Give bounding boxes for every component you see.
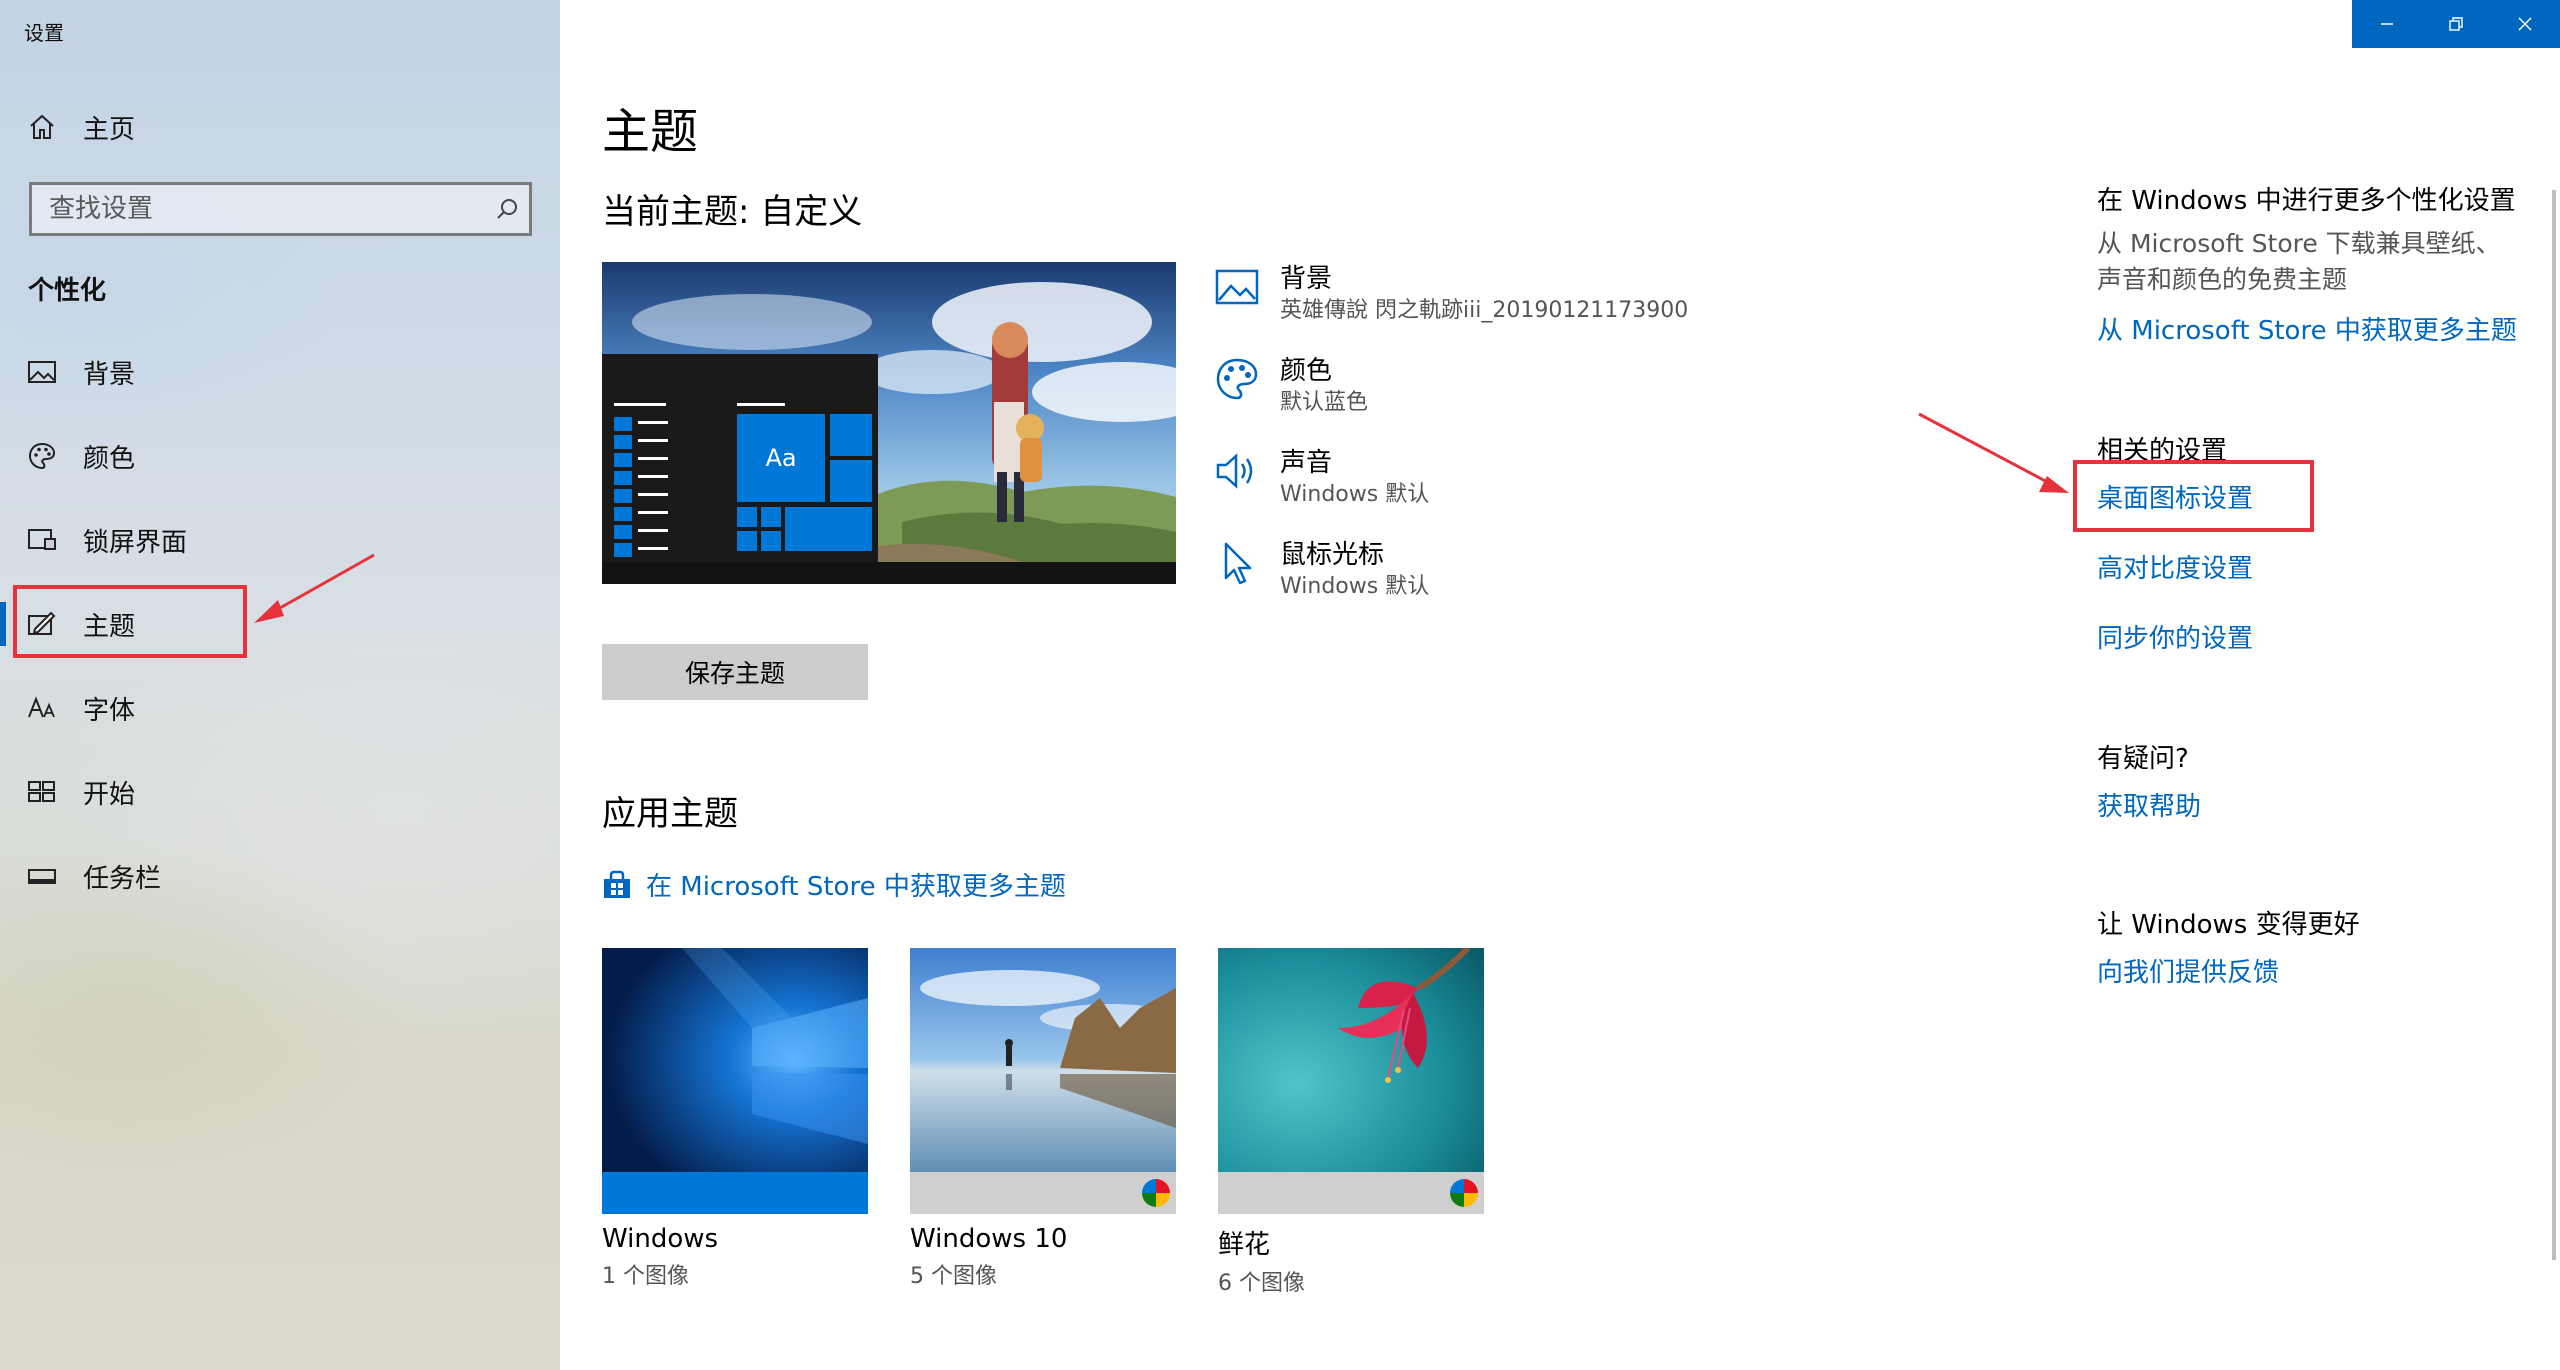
lock-screen-icon bbox=[26, 524, 58, 556]
sidebar-item-label: 主页 bbox=[83, 114, 136, 145]
window-caption-buttons bbox=[2352, 0, 2560, 48]
palette-icon bbox=[1216, 358, 1258, 400]
minimize-button[interactable] bbox=[2352, 0, 2421, 48]
picture-icon bbox=[26, 356, 58, 388]
help-heading: 有疑问? bbox=[2097, 744, 2189, 774]
theme-tile-windows[interactable]: Windows 1 个图像 bbox=[602, 948, 868, 1290]
font-icon bbox=[26, 692, 58, 724]
close-icon bbox=[2517, 17, 2532, 31]
multicolor-icon bbox=[1142, 1179, 1170, 1207]
store-icon bbox=[604, 870, 630, 898]
highlight-box-themes bbox=[13, 585, 247, 658]
theme-image-count: 5 个图像 bbox=[910, 1264, 997, 1289]
restore-button[interactable] bbox=[2421, 0, 2490, 48]
theme-tile-windows-10[interactable]: Windows 10 5 个图像 bbox=[910, 948, 1176, 1290]
theme-prop-value: Windows 默认 bbox=[1280, 574, 1430, 599]
sidebar-item-label: 锁屏界面 bbox=[83, 527, 188, 558]
start-icon bbox=[26, 776, 58, 808]
theme-prop-value: 默认蓝色 bbox=[1280, 390, 1369, 415]
theme-image-count: 1 个图像 bbox=[602, 1264, 689, 1289]
palette-icon bbox=[26, 440, 58, 472]
page-title: 主题 bbox=[602, 104, 699, 160]
sidebar-item-taskbar[interactable]: 任务栏 bbox=[0, 834, 560, 918]
window-title: 设置 bbox=[24, 21, 64, 45]
store-link-more-themes[interactable]: 从 Microsoft Store 中获取更多主题 bbox=[2097, 310, 2517, 347]
theme-prop-value: 英雄傳說 閃之軌跡iii_20190121173900 bbox=[1280, 298, 1689, 323]
sidebar-item-label: 背景 bbox=[83, 359, 136, 390]
preview-sample-text: Aa bbox=[765, 444, 796, 472]
theme-prop-name: 颜色 bbox=[1280, 356, 1333, 386]
cursor-icon bbox=[1224, 542, 1252, 585]
picture-icon bbox=[1215, 269, 1259, 305]
theme-preview-image: Aa bbox=[602, 262, 1176, 584]
sidebar-item-colors[interactable]: 颜色 bbox=[0, 414, 560, 498]
theme-thumbnail bbox=[602, 948, 868, 1172]
theme-name: Windows 10 bbox=[910, 1224, 1068, 1254]
taskbar-icon bbox=[26, 860, 58, 892]
theme-prop-name: 鼠标光标 bbox=[1280, 540, 1385, 570]
flower-wallpaper-image bbox=[1218, 948, 1484, 1172]
sidebar-item-label: 开始 bbox=[83, 779, 136, 810]
sidebar-item-label: 颜色 bbox=[83, 443, 136, 474]
more-personalization-heading: 在 Windows 中进行更多个性化设置 bbox=[2097, 186, 2516, 216]
theme-prop-cursor[interactable]: 鼠标光标 Windows 默认 bbox=[1214, 534, 1774, 604]
feedback-heading: 让 Windows 变得更好 bbox=[2097, 910, 2360, 940]
theme-prop-background[interactable]: 背景 英雄傳說 閃之軌跡iii_20190121173900 bbox=[1214, 258, 1774, 328]
store-link-themes[interactable]: 在 Microsoft Store 中获取更多主题 bbox=[602, 866, 1066, 903]
sidebar-item-background[interactable]: 背景 bbox=[0, 330, 560, 414]
theme-thumbnail bbox=[910, 948, 1176, 1172]
sidebar-item-start[interactable]: 开始 bbox=[0, 750, 560, 834]
theme-prop-name: 声音 bbox=[1280, 448, 1333, 478]
save-theme-button[interactable]: 保存主题 bbox=[602, 644, 868, 700]
store-link-label: 在 Microsoft Store 中获取更多主题 bbox=[646, 872, 1066, 902]
theme-name: 鲜花 bbox=[1218, 1230, 1271, 1260]
active-indicator bbox=[0, 602, 6, 646]
speaker-icon bbox=[1216, 453, 1253, 489]
multicolor-icon bbox=[1450, 1179, 1478, 1207]
apply-theme-heading: 应用主题 bbox=[602, 794, 738, 834]
search-field[interactable] bbox=[29, 182, 532, 236]
theme-prop-value: Windows 默认 bbox=[1280, 482, 1430, 507]
theme-color-bar bbox=[1218, 1172, 1484, 1214]
sidebar: 设置 主页 个性化 背景 颜色 锁屏界面 主题 bbox=[0, 0, 560, 1370]
high-contrast-settings-link[interactable]: 高对比度设置 bbox=[2097, 548, 2253, 585]
feedback-link[interactable]: 向我们提供反馈 bbox=[2097, 952, 2279, 989]
theme-image-count: 6 个图像 bbox=[1218, 1271, 1305, 1296]
current-theme-heading: 当前主题: 自定义 bbox=[602, 192, 863, 232]
scrollbar[interactable] bbox=[2552, 190, 2556, 1260]
get-help-link[interactable]: 获取帮助 bbox=[2097, 786, 2201, 823]
theme-prop-color[interactable]: 颜色 默认蓝色 bbox=[1214, 350, 1774, 420]
theme-color-bar bbox=[602, 1172, 868, 1214]
beach-wallpaper-image bbox=[910, 948, 1176, 1172]
close-button[interactable] bbox=[2490, 0, 2559, 48]
windows-wallpaper-image bbox=[602, 948, 868, 1172]
highlight-box-desktop-icons bbox=[2073, 460, 2314, 532]
sidebar-item-label: 任务栏 bbox=[83, 863, 162, 894]
theme-preview: Aa bbox=[602, 262, 1176, 584]
theme-prop-name: 背景 bbox=[1280, 264, 1333, 294]
main-content: 主题 当前主题: 自定义 Aa 背景 英雄傳說 閃之軌跡iii_20190121… bbox=[560, 0, 2560, 1370]
sidebar-item-lock-screen[interactable]: 锁屏界面 bbox=[0, 498, 560, 582]
sidebar-item-home[interactable]: 主页 bbox=[0, 85, 560, 169]
search-icon[interactable] bbox=[495, 197, 519, 225]
sidebar-item-fonts[interactable]: 字体 bbox=[0, 666, 560, 750]
theme-color-bar bbox=[910, 1172, 1176, 1214]
section-header: 个性化 bbox=[28, 276, 107, 306]
theme-prop-sound[interactable]: 声音 Windows 默认 bbox=[1214, 442, 1774, 512]
theme-tile-flowers[interactable]: 鲜花 6 个图像 bbox=[1218, 948, 1484, 1297]
annotation-arrow bbox=[1918, 412, 2069, 493]
theme-thumbnail bbox=[1218, 948, 1484, 1172]
home-icon bbox=[26, 111, 58, 143]
restore-icon bbox=[2448, 17, 2463, 31]
theme-name: Windows bbox=[602, 1224, 719, 1254]
search-input[interactable] bbox=[32, 186, 462, 232]
minimize-icon bbox=[2380, 23, 2393, 25]
more-personalization-desc: 从 Microsoft Store 下载兼具壁纸、声音和颜色的免费主题 bbox=[2097, 229, 2501, 294]
sync-settings-link[interactable]: 同步你的设置 bbox=[2097, 618, 2253, 655]
sidebar-item-label: 字体 bbox=[83, 695, 136, 726]
